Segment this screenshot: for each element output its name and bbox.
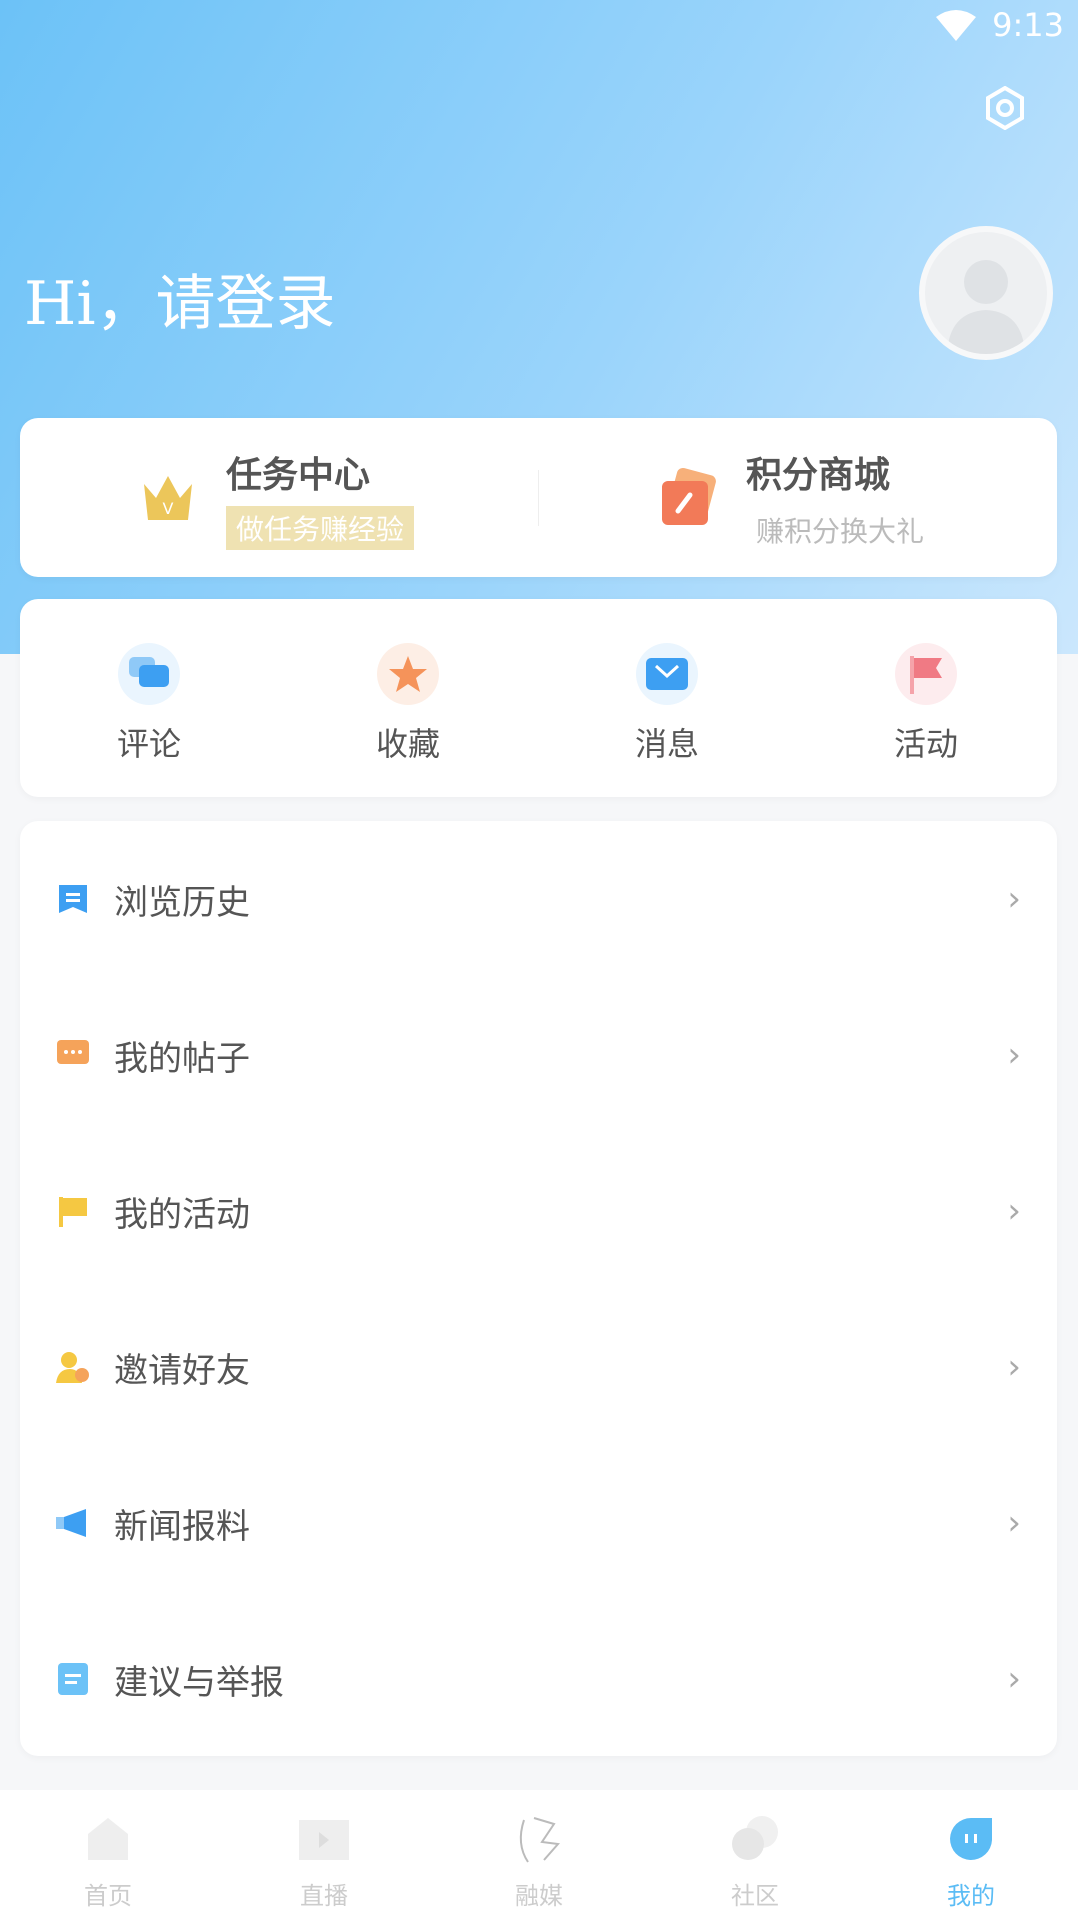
tab-label: 融媒 xyxy=(515,1882,563,1910)
community-icon xyxy=(732,1816,778,1860)
status-time: 9:13 xyxy=(992,6,1064,44)
quick-actions: 评论 收藏 消息 活动 xyxy=(20,599,1057,797)
quick-label: 收藏 xyxy=(375,725,440,763)
user-silhouette-icon xyxy=(947,260,1025,354)
mail-icon xyxy=(636,643,698,705)
svg-text:V: V xyxy=(163,499,174,518)
menu-item-invite-friends[interactable]: 邀请好友 › xyxy=(20,1289,1057,1445)
tab-community[interactable]: 社区 xyxy=(695,1790,815,1911)
tab-profile[interactable]: 我的 xyxy=(911,1790,1031,1911)
menu-label: 新闻报料 xyxy=(114,1506,250,1547)
profile-icon xyxy=(950,1818,992,1860)
menu-item-history[interactable]: 浏览历史 › xyxy=(20,821,1057,977)
menu-item-news-tip[interactable]: 新闻报料 › xyxy=(20,1445,1057,1601)
chevron-right-icon: › xyxy=(1007,1035,1021,1075)
menu-label: 建议与举报 xyxy=(114,1662,284,1703)
history-icon xyxy=(56,882,90,916)
tab-label: 直播 xyxy=(300,1882,348,1910)
menu-list: 浏览历史 › 我的帖子 › 我的活动 › 邀请好友 › 新闻报料 › 建议与举报… xyxy=(20,821,1057,1756)
tab-home[interactable]: 首页 xyxy=(48,1790,168,1911)
menu-item-my-activities[interactable]: 我的活动 › xyxy=(20,1133,1057,1289)
flag-icon xyxy=(895,643,957,705)
quick-label: 评论 xyxy=(116,725,181,763)
chevron-right-icon: › xyxy=(1007,1659,1021,1699)
crown-icon: V xyxy=(144,475,192,520)
chevron-right-icon: › xyxy=(1007,1191,1021,1231)
status-bar: 9:13 xyxy=(936,6,1064,44)
promo-title: 积分商城 xyxy=(746,454,891,496)
star-icon xyxy=(377,643,439,705)
quick-comment[interactable]: 评论 xyxy=(79,599,219,765)
menu-item-feedback[interactable]: 建议与举报 › xyxy=(20,1601,1057,1757)
wifi-icon xyxy=(936,10,977,41)
tab-live[interactable]: 直播 xyxy=(264,1790,384,1911)
quick-messages[interactable]: 消息 xyxy=(597,599,737,765)
tab-label: 首页 xyxy=(84,1882,132,1910)
chevron-right-icon: › xyxy=(1007,879,1021,919)
menu-label: 邀请好友 xyxy=(114,1350,250,1391)
promo-title: 任务中心 xyxy=(226,454,371,496)
menu-label: 我的帖子 xyxy=(114,1038,250,1079)
invite-user-icon xyxy=(56,1350,90,1384)
avatar[interactable] xyxy=(919,226,1053,360)
divider xyxy=(538,470,539,526)
quick-label: 消息 xyxy=(634,725,699,763)
tab-label: 我的 xyxy=(947,1882,995,1910)
flag-icon xyxy=(56,1194,90,1228)
points-mall-button[interactable]: 积分商城 赚积分换大礼 xyxy=(658,418,924,577)
chevron-right-icon: › xyxy=(1007,1503,1021,1543)
promo-subtitle: 做任务赚经验 xyxy=(226,505,415,550)
quick-favorites[interactable]: 收藏 xyxy=(338,599,478,765)
quick-label: 活动 xyxy=(893,725,958,763)
menu-label: 浏览历史 xyxy=(114,882,250,923)
megaphone-icon xyxy=(56,1506,90,1540)
post-icon xyxy=(56,1038,90,1072)
menu-label: 我的活动 xyxy=(114,1194,250,1235)
quick-activities[interactable]: 活动 xyxy=(856,599,996,765)
video-icon xyxy=(299,1820,349,1860)
media-icon xyxy=(519,1817,560,1863)
ticket-icon xyxy=(662,467,716,525)
home-icon xyxy=(88,1818,128,1860)
gear-icon[interactable] xyxy=(983,86,1027,130)
tab-media[interactable]: 融媒 xyxy=(479,1790,599,1911)
login-greeting[interactable]: Hi，请登录 xyxy=(24,255,336,342)
promo-card: V 任务中心 做任务赚经验 积分商城 赚积分换大礼 xyxy=(20,418,1057,577)
promo-subtitle: 赚积分换大礼 xyxy=(756,514,925,548)
bottom-nav: 首页 直播 融媒 社区 我的 xyxy=(0,1790,1078,1916)
report-icon xyxy=(56,1662,90,1696)
comment-icon xyxy=(118,643,180,705)
menu-item-my-posts[interactable]: 我的帖子 › xyxy=(20,977,1057,1133)
chevron-right-icon: › xyxy=(1007,1347,1021,1387)
tab-label: 社区 xyxy=(731,1882,779,1910)
task-center-button[interactable]: V 任务中心 做任务赚经验 xyxy=(140,418,415,577)
